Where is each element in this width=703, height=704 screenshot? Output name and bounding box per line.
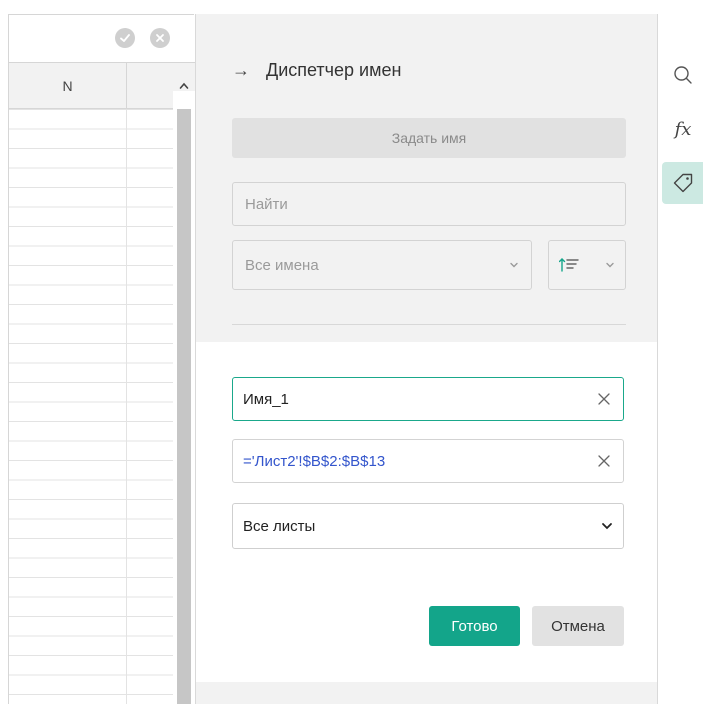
name-field[interactable] [232, 377, 624, 421]
chevron-up-icon [179, 82, 189, 89]
sort-select[interactable] [548, 240, 626, 290]
range-formula-input[interactable] [243, 452, 595, 470]
tag-icon [673, 173, 693, 193]
cancel-edit-button[interactable] [150, 28, 170, 48]
divider [232, 324, 626, 325]
right-toolbar: fx [657, 14, 703, 704]
range-formula-field[interactable] [232, 439, 624, 483]
name-input[interactable] [243, 390, 595, 408]
spreadsheet-grid: N [8, 14, 195, 704]
scrollbar-thumb[interactable] [177, 109, 191, 704]
function-tool-button[interactable]: fx [662, 108, 703, 150]
filter-value: Все имена [245, 256, 319, 274]
chevron-down-icon [602, 523, 612, 530]
chevron-down-icon [510, 262, 518, 268]
panel-header: → Диспетчер имен [232, 54, 401, 86]
column-header-row: N [9, 62, 195, 109]
vertical-scrollbar[interactable] [173, 91, 195, 704]
search-tool-button[interactable] [662, 54, 703, 96]
done-button[interactable]: Готово [429, 606, 520, 646]
formula-bar-area [9, 15, 195, 62]
function-fx-icon: fx [674, 118, 692, 140]
define-name-button[interactable]: Задать имя [232, 118, 626, 158]
scope-value: Все листы [243, 517, 316, 535]
check-icon [120, 34, 130, 42]
cell-grid[interactable] [9, 109, 173, 704]
scope-select[interactable]: Все листы [232, 503, 624, 549]
arrow-right-icon[interactable]: → [232, 60, 250, 81]
search-icon [674, 66, 692, 84]
search-input[interactable] [232, 182, 626, 226]
sort-icon [559, 258, 579, 272]
close-icon [156, 34, 164, 42]
name-manager-tool-button[interactable] [662, 162, 703, 204]
chevron-down-icon [606, 262, 614, 268]
column-header-n[interactable]: N [9, 63, 127, 109]
clear-icon[interactable] [595, 452, 613, 470]
clear-icon[interactable] [595, 390, 613, 408]
column-header-next[interactable] [127, 63, 173, 109]
names-filter-select[interactable]: Все имена [232, 240, 532, 290]
panel-title: Диспетчер имен [266, 59, 402, 80]
confirm-edit-button[interactable] [115, 28, 135, 48]
cancel-button[interactable]: Отмена [532, 606, 624, 646]
name-manager-panel: → Диспетчер имен Задать имя Все имена [195, 14, 657, 704]
name-edit-form: Все листы Готово Отмена [196, 342, 657, 682]
